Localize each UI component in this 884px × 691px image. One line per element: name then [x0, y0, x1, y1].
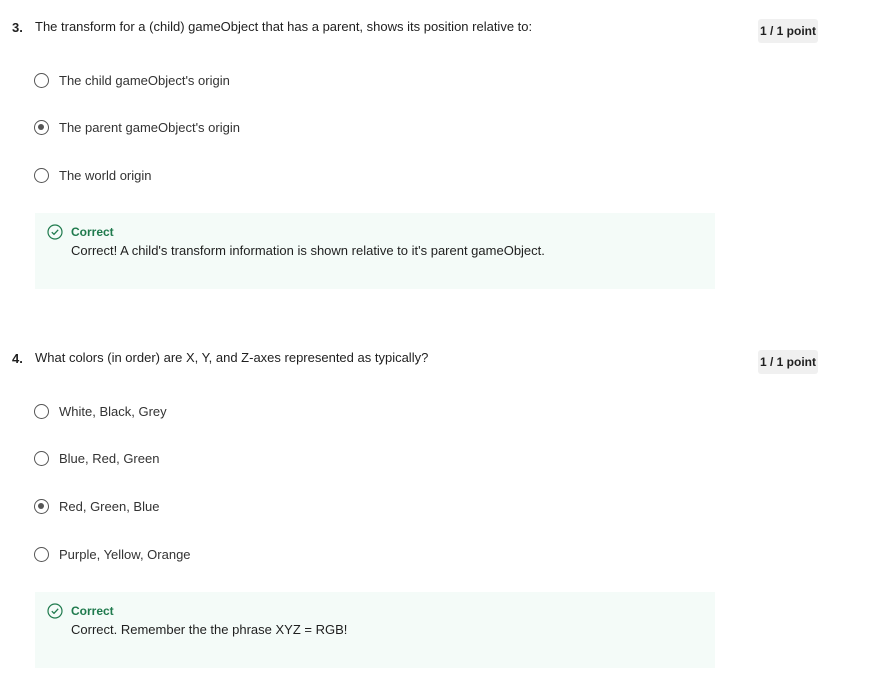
- radio-button-selected[interactable]: [34, 498, 49, 514]
- option-label: The world origin: [59, 167, 152, 183]
- option-child-origin[interactable]: The child gameObject's origin: [34, 70, 230, 90]
- radio-button[interactable]: [34, 167, 49, 183]
- feedback-box: Correct Correct. Remember the the phrase…: [35, 592, 715, 668]
- option-label: Red, Green, Blue: [59, 498, 160, 514]
- option-world-origin[interactable]: The world origin: [34, 165, 152, 185]
- option-parent-origin[interactable]: The parent gameObject's origin: [34, 117, 240, 137]
- option-label: The child gameObject's origin: [59, 72, 230, 88]
- check-circle-icon: [47, 224, 63, 240]
- feedback-message: Correct. Remember the the phrase XYZ = R…: [71, 622, 348, 637]
- option-white-black-grey[interactable]: White, Black, Grey: [34, 401, 167, 421]
- radio-button[interactable]: [34, 72, 49, 88]
- option-red-green-blue[interactable]: Red, Green, Blue: [34, 496, 159, 516]
- radio-button[interactable]: [34, 403, 49, 419]
- check-circle-icon: [47, 603, 63, 619]
- option-label: The parent gameObject's origin: [59, 119, 240, 135]
- score-badge: 1 / 1 point: [758, 19, 818, 43]
- feedback-status: Correct: [71, 604, 114, 618]
- option-label: Purple, Yellow, Orange: [59, 546, 191, 562]
- score-badge: 1 / 1 point: [758, 350, 818, 374]
- question-number: 3.: [12, 20, 23, 35]
- question-prompt: The transform for a (child) gameObject t…: [35, 19, 533, 34]
- option-blue-red-green[interactable]: Blue, Red, Green: [34, 448, 159, 468]
- question-prompt: What colors (in order) are X, Y, and Z-a…: [35, 350, 429, 365]
- feedback-status: Correct: [71, 225, 114, 239]
- radio-button[interactable]: [34, 546, 49, 562]
- option-label: White, Black, Grey: [59, 403, 167, 419]
- option-label: Blue, Red, Green: [59, 450, 160, 466]
- question-number: 4.: [12, 351, 23, 366]
- feedback-message: Correct! A child's transform information…: [71, 243, 545, 258]
- radio-button[interactable]: [34, 450, 49, 466]
- feedback-box: Correct Correct! A child's transform inf…: [35, 213, 715, 289]
- option-purple-yellow-orange[interactable]: Purple, Yellow, Orange: [34, 544, 191, 564]
- radio-button-selected[interactable]: [34, 119, 49, 135]
